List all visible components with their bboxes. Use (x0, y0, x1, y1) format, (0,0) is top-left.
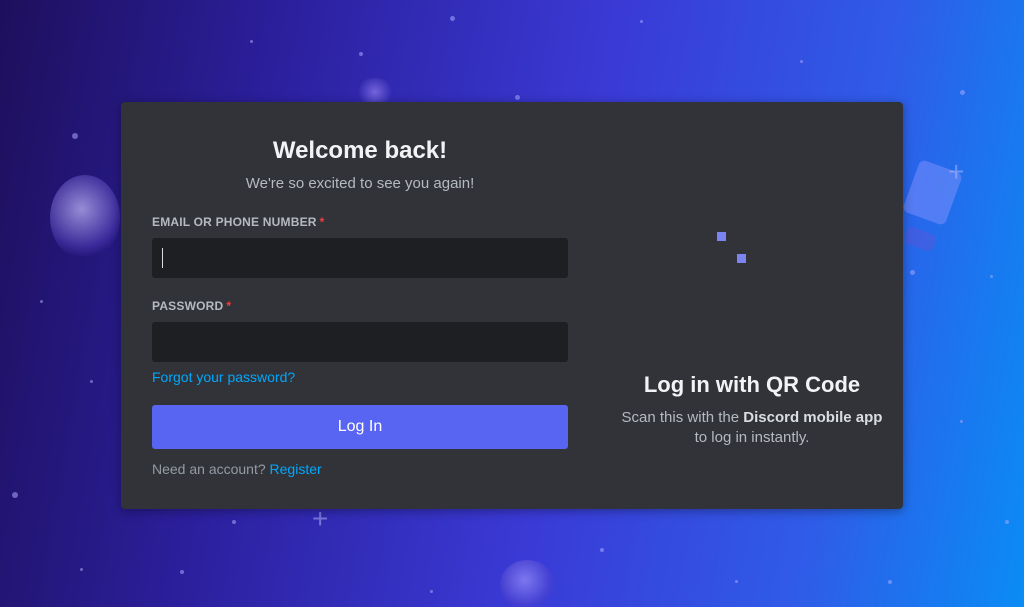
page-subtitle: We're so excited to see you again! (245, 175, 475, 192)
email-label: EMAIL OR PHONE NUMBER * (152, 215, 325, 229)
qr-description: Scan this with the Discord mobile app to… (621, 408, 883, 448)
background-cube (902, 225, 938, 253)
background-star (12, 492, 18, 498)
background-star (990, 275, 993, 278)
background-star (910, 270, 915, 275)
background-star (800, 60, 803, 63)
email-label-text: EMAIL OR PHONE NUMBER (152, 215, 317, 229)
background-star (600, 548, 604, 552)
forgot-password-link[interactable]: Forgot your password? (152, 369, 295, 385)
background-star (40, 300, 43, 303)
background-star (90, 380, 93, 383)
qr-title: Log in with QR Code (643, 372, 861, 397)
need-account-text: Need an account? (152, 461, 266, 477)
background-star (250, 40, 253, 43)
background-star (1005, 520, 1009, 524)
background-star (180, 570, 184, 574)
background-star (359, 52, 363, 56)
background-star (430, 590, 433, 593)
background-star (888, 580, 892, 584)
qr-desc-prefix: Scan this with the (621, 409, 744, 426)
qr-desc-suffix: to log in instantly. (694, 429, 810, 446)
background-star (640, 20, 643, 23)
register-link[interactable]: Register (270, 461, 322, 477)
qr-code-loading-icon (717, 232, 757, 272)
password-label-text: PASSWORD (152, 299, 224, 313)
required-mark: * (319, 215, 325, 229)
background-star (80, 568, 83, 571)
background-orb (500, 560, 555, 607)
background-star (72, 133, 78, 139)
email-field[interactable] (152, 238, 568, 278)
qr-login-panel: Log in with QR Code Scan this with the D… (621, 102, 883, 509)
background-star (232, 520, 236, 524)
background-star (735, 580, 738, 583)
qr-loading-dot (717, 232, 726, 241)
qr-loading-dot (737, 254, 746, 263)
text-caret (162, 248, 163, 268)
page-title: Welcome back! (272, 137, 448, 164)
background-star (450, 16, 455, 21)
register-row: Need an account? Register (152, 461, 322, 477)
background-star (960, 90, 965, 95)
required-mark: * (226, 299, 232, 313)
background-sparkle: + (948, 156, 965, 187)
password-label: PASSWORD * (152, 299, 231, 313)
password-field[interactable] (152, 322, 568, 362)
login-button[interactable]: Log In (152, 405, 568, 449)
login-card: Welcome back! We're so excited to see yo… (121, 102, 903, 509)
background-orb (50, 175, 120, 260)
qr-desc-app-name: Discord mobile app (743, 409, 883, 426)
background-sparkle: + (312, 503, 329, 534)
background-star (960, 420, 963, 423)
background-star (515, 95, 520, 100)
